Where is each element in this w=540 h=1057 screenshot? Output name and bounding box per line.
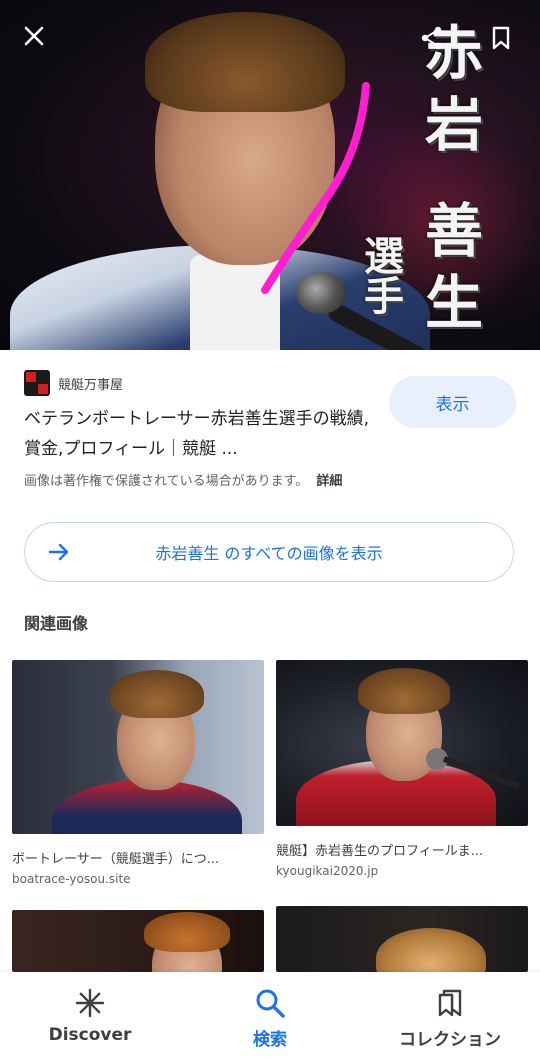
site-favicon	[24, 370, 50, 396]
collections-icon	[438, 989, 462, 1017]
related-images-heading: 関連画像	[24, 614, 89, 633]
overlay-player-title: 選手	[357, 235, 404, 315]
view-button[interactable]: 表示	[389, 376, 516, 428]
nav-discover[interactable]: Discover	[0, 972, 180, 1057]
related-image-card[interactable]: 競艇】赤岩善生のプロフィールま... kyougikai2020.jp	[276, 660, 528, 878]
share-icon	[421, 26, 442, 50]
arrow-right-icon	[48, 543, 69, 561]
nav-search-label: 検索	[253, 1030, 287, 1050]
overlay-player-name: 赤岩 善生	[415, 22, 483, 345]
related-domain: kyougikai2020.jp	[276, 864, 379, 878]
source-attribution[interactable]: 競艇万事屋	[24, 370, 123, 396]
related-caption: ボートレーサー（競艇選手）につ...	[12, 852, 220, 867]
related-image-card[interactable]	[276, 906, 528, 972]
related-image-card[interactable]: ボートレーサー（競艇選手）につ... boatrace-yosou.site	[12, 660, 264, 886]
bookmark-icon	[492, 26, 510, 50]
nav-collections[interactable]: コレクション	[360, 972, 540, 1057]
related-thumbnail	[12, 910, 264, 972]
related-thumbnail	[12, 660, 264, 834]
related-thumbnail	[276, 906, 528, 972]
share-button[interactable]	[412, 18, 452, 58]
nav-collections-label: コレクション	[399, 1030, 501, 1050]
source-site-name: 競艇万事屋	[58, 377, 124, 393]
view-all-images-button[interactable]: 赤岩善生 のすべての画像を表示	[24, 522, 514, 582]
related-domain: boatrace-yosou.site	[12, 872, 131, 886]
asterisk-icon	[75, 988, 105, 1018]
related-caption: 競艇】赤岩善生のプロフィールま...	[276, 844, 484, 859]
nav-search[interactable]: 検索	[180, 972, 360, 1057]
close-icon	[24, 26, 44, 46]
search-icon	[256, 989, 285, 1018]
copyright-notice: 画像は著作権で保護されている場合があります。 詳細	[24, 470, 342, 489]
nav-discover-label: Discover	[48, 1025, 132, 1045]
image-title-link[interactable]: ベテランボートレーサー赤岩善生選手の戦績,賞金,プロフィール｜競艇 ...	[24, 404, 374, 464]
close-button[interactable]	[14, 16, 54, 56]
bookmark-button[interactable]	[481, 18, 521, 58]
hero-image[interactable]: 赤岩 善生 選手	[0, 0, 540, 350]
related-thumbnail	[276, 660, 528, 826]
details-link[interactable]: 詳細	[316, 474, 342, 489]
related-image-card[interactable]	[12, 910, 264, 972]
bottom-navigation: Discover 検索 コレクション	[0, 972, 540, 1057]
view-all-images-label: 赤岩善生 のすべての画像を表示	[155, 544, 383, 563]
copyright-text: 画像は著作権で保護されている場合があります。	[24, 474, 309, 489]
